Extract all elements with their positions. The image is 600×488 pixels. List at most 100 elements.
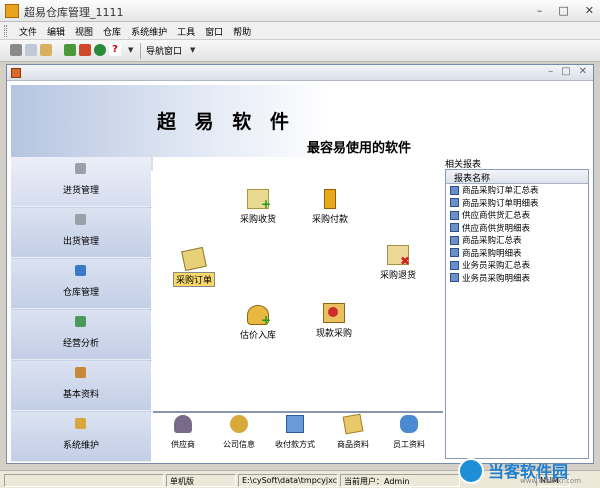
menu-tools[interactable]: 工具	[172, 25, 200, 38]
report-label: 商品采购订单明细表	[462, 198, 539, 209]
report-icon	[450, 210, 459, 220]
link-label: 商品资料	[337, 440, 369, 449]
report-row[interactable]: 商品采购明细表	[446, 247, 588, 260]
stock-in-icon: +	[247, 305, 271, 327]
status-data-path: E:\cySoft\data\tmpcyjxc.sys	[238, 474, 338, 487]
child-close-button[interactable]: ✕	[579, 66, 587, 77]
child-minimize-button[interactable]: –	[548, 66, 553, 77]
copy-icon[interactable]	[25, 44, 37, 56]
menu-file[interactable]: 文件	[14, 25, 42, 38]
purchase-return-node[interactable]: ✖ 采购退货	[363, 245, 433, 281]
node-label: 采购退货	[379, 271, 416, 281]
export-icon[interactable]	[64, 44, 76, 56]
purchase-order-node[interactable]: 采购订单	[159, 246, 229, 287]
watermark-logo-icon	[458, 458, 484, 484]
report-row[interactable]: 商品采购订单汇总表	[446, 184, 588, 197]
employees-icon	[400, 415, 418, 433]
banner-slogan: 最容易使用的软件	[307, 141, 412, 156]
module-nav: 进货管理 出货管理 仓库管理 经营分析 基本资料 系统维护	[11, 157, 151, 462]
menu-system[interactable]: 系统维护	[126, 25, 172, 38]
report-row[interactable]: 商品采购订单明细表	[446, 197, 588, 210]
nav-label: 仓库管理	[62, 288, 99, 298]
payment-method-link[interactable]: 收付款方式	[267, 415, 323, 450]
nav-purchase[interactable]: 进货管理	[11, 157, 151, 207]
return-icon: ✖	[387, 245, 410, 268]
app-icon	[5, 4, 19, 18]
report-name-header[interactable]: 报表名称	[446, 170, 588, 184]
menu-help[interactable]: 帮助	[228, 25, 256, 38]
report-row[interactable]: 商品采购汇总表	[446, 234, 588, 247]
link-label: 员工资料	[393, 440, 425, 449]
status-edition: 单机版	[166, 474, 236, 487]
menu-edit[interactable]: 编辑	[42, 25, 70, 38]
nav-sales[interactable]: 出货管理	[11, 208, 151, 258]
report-label: 商品采购汇总表	[462, 236, 522, 247]
nav-label: 系统维护	[62, 441, 99, 451]
report-row[interactable]: 供应商供货明细表	[446, 222, 588, 235]
globe-icon[interactable]	[94, 44, 106, 56]
supplier-link[interactable]: 供应商	[155, 415, 211, 450]
toolbar-overflow-icon[interactable]: ▼	[128, 46, 133, 54]
report-row[interactable]: 业务员采购汇总表	[446, 259, 588, 272]
child-title-bar: – □ ✕	[7, 65, 593, 81]
nav-warehouse[interactable]: 仓库管理	[11, 259, 151, 309]
minimize-button[interactable]: –	[537, 4, 543, 17]
company-icon	[230, 415, 248, 433]
menu-view[interactable]: 视图	[70, 25, 98, 38]
basic-data-icon	[75, 367, 86, 378]
analysis-icon	[75, 316, 86, 327]
report-icon	[450, 260, 459, 270]
company-info-link[interactable]: 公司信息	[211, 415, 267, 450]
estimate-stock-in-node[interactable]: + 估价入库	[223, 305, 293, 341]
watermark: 当客软件园 www.downkr.com	[458, 458, 596, 485]
node-label: 现款采购	[315, 329, 352, 339]
product-data-link[interactable]: 商品资料	[325, 413, 381, 450]
maximize-button[interactable]: □	[558, 4, 568, 17]
menu-grip	[4, 25, 7, 37]
chart-icon[interactable]	[79, 44, 91, 56]
child-maximize-button[interactable]: □	[561, 66, 570, 77]
child-window: – □ ✕ 超 易 软 件 最容易使用的软件 进货管理 出货管理 仓库管理 经营…	[6, 64, 594, 464]
flow-canvas: + 采购收货 采购付款 采购订单 ✖ 采购退货 + 估价入库 现款采购	[153, 157, 443, 409]
close-button[interactable]: ✕	[585, 4, 594, 17]
purchase-receive-node[interactable]: + 采购收货	[223, 189, 293, 225]
nav-analysis[interactable]: 经营分析	[11, 310, 151, 360]
paste-icon[interactable]	[40, 44, 52, 56]
product-icon	[342, 413, 364, 435]
system-icon	[75, 418, 86, 429]
nav-overflow-icon[interactable]: ▼	[190, 46, 195, 54]
nav-system[interactable]: 系统维护	[11, 412, 151, 462]
report-icon	[450, 198, 459, 208]
report-icon	[450, 185, 459, 195]
nav-label: 经营分析	[62, 339, 99, 349]
report-label: 供应商供货汇总表	[462, 211, 531, 222]
cash-purchase-icon	[323, 303, 345, 323]
cash-purchase-node[interactable]: 现款采购	[299, 303, 369, 339]
nav-basic-data[interactable]: 基本资料	[11, 361, 151, 411]
nav-label: 基本资料	[62, 390, 99, 400]
nav-window-button[interactable]: 导航窗口	[146, 44, 182, 57]
link-label: 收付款方式	[275, 440, 315, 449]
link-label: 公司信息	[223, 440, 255, 449]
node-label: 估价入库	[239, 331, 276, 341]
node-label: 采购订单	[172, 272, 215, 287]
menu-bar: 文件 编辑 视图 仓库 系统维护 工具 窗口 帮助	[0, 22, 600, 40]
cut-icon[interactable]	[10, 44, 22, 56]
report-label: 供应商供货明细表	[462, 223, 531, 234]
receive-icon: +	[247, 189, 271, 211]
report-row[interactable]: 供应商供货汇总表	[446, 209, 588, 222]
report-row[interactable]: 业务员采购明细表	[446, 272, 588, 285]
purchase-icon	[75, 163, 86, 174]
toolbar: ? ▼ 导航窗口 ▼	[0, 40, 600, 62]
menu-warehouse[interactable]: 仓库	[98, 25, 126, 38]
employee-data-link[interactable]: 员工资料	[381, 415, 437, 450]
report-label: 业务员采购汇总表	[462, 261, 531, 272]
child-window-icon	[11, 68, 21, 78]
report-icon	[450, 235, 459, 245]
status-blank	[4, 474, 164, 487]
report-icon	[450, 223, 459, 233]
sales-icon	[75, 214, 86, 225]
help-icon[interactable]: ?	[109, 44, 121, 56]
purchase-pay-node[interactable]: 采购付款	[295, 189, 365, 225]
menu-window[interactable]: 窗口	[200, 25, 228, 38]
